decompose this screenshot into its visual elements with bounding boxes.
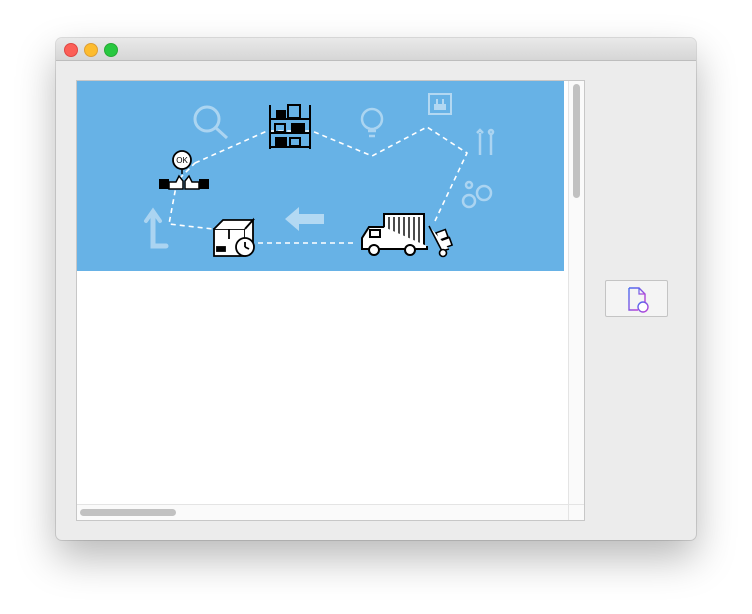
vertical-scroll-thumb[interactable] xyxy=(573,84,580,198)
zoom-button[interactable] xyxy=(104,43,118,57)
app-window: OK xyxy=(56,38,696,540)
horizontal-scrollbar[interactable] xyxy=(77,504,569,520)
vertical-scrollbar[interactable] xyxy=(568,81,584,505)
power-plug-icon xyxy=(428,93,452,115)
delivery-truck-icon xyxy=(361,213,428,256)
search-icon xyxy=(193,105,229,140)
title-bar xyxy=(56,38,696,61)
warehouse-shelf-icon xyxy=(269,104,311,149)
close-button[interactable] xyxy=(64,43,78,57)
horizontal-scroll-thumb[interactable] xyxy=(80,509,176,516)
scroll-corner xyxy=(568,504,584,520)
minimize-button[interactable] xyxy=(84,43,98,57)
turn-arrow-icon xyxy=(144,207,169,249)
lightbulb-icon xyxy=(360,107,384,138)
image-scroll-view[interactable]: OK xyxy=(76,80,585,521)
package-clock-icon xyxy=(213,217,256,257)
gears-icon xyxy=(461,180,493,209)
hand-truck-icon xyxy=(428,225,454,258)
logistics-banner-image: OK xyxy=(77,81,564,271)
arrow-left-icon xyxy=(285,207,324,231)
ok-badge-text: OK xyxy=(176,156,188,165)
thumbs-ok-handshake-icon: OK xyxy=(159,150,209,190)
tools-icon xyxy=(476,128,495,155)
new-document-button[interactable] xyxy=(605,280,668,317)
document-add-icon xyxy=(628,287,649,313)
